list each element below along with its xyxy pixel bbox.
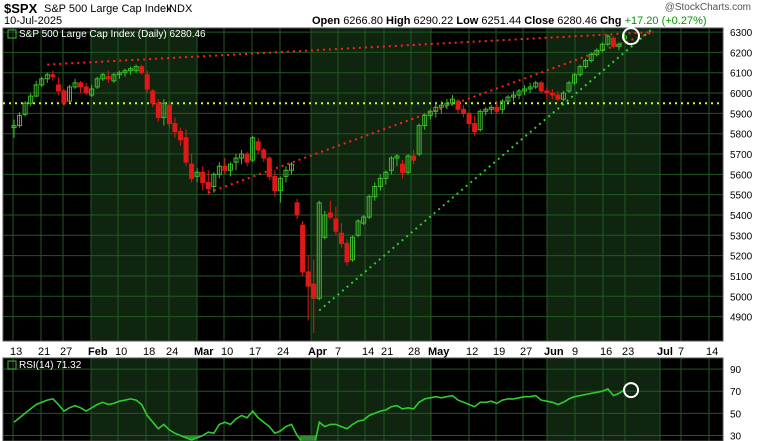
date-tick-label: 10 (115, 346, 127, 358)
candle-body[interactable] (139, 66, 145, 74)
date-tick-label: 7 (678, 346, 684, 358)
date-tick-label: 27 (520, 346, 532, 358)
month-shade-band (91, 28, 197, 341)
candle-body[interactable] (472, 123, 478, 133)
date-tick-label: 27 (60, 346, 72, 358)
date-tick-label: 19 (493, 346, 505, 358)
date-tick-label: Mar (194, 346, 214, 358)
candle-body[interactable] (200, 171, 206, 183)
candle-body[interactable] (300, 224, 306, 273)
rsi-tick-label: 50 (730, 409, 742, 420)
price-tick-label: 5700 (730, 150, 753, 161)
date-tick-label: 14 (362, 346, 374, 358)
rsi-panel[interactable]: 30 50 70 90 RSI(14) 71.32 (2, 357, 742, 441)
candle-body[interactable] (78, 82, 84, 88)
candle-body[interactable] (610, 37, 616, 47)
candle-body[interactable] (461, 108, 467, 114)
rsi-panel-title: RSI(14) 71.32 (19, 360, 82, 371)
date-tick-label: 13 (10, 346, 22, 358)
candle-body[interactable] (150, 90, 156, 104)
candle-body[interactable] (294, 202, 300, 216)
candle-body[interactable] (50, 74, 56, 78)
date-tick-label: 9 (572, 346, 578, 358)
candle-body[interactable] (266, 157, 272, 177)
date-tick-label: 18 (143, 346, 155, 358)
candle-body[interactable] (333, 218, 339, 232)
price-tick-label: 5500 (730, 191, 753, 202)
candle-body[interactable] (155, 102, 161, 118)
rsi-tick-label: 30 (730, 431, 742, 441)
month-shade-band (311, 28, 431, 341)
candle-body[interactable] (144, 74, 150, 90)
candle-body[interactable] (549, 92, 555, 96)
date-tick-label: Jul (657, 346, 673, 358)
date-tick-label: 24 (277, 346, 289, 358)
candle-body[interactable] (105, 76, 111, 80)
price-tick-label: 5400 (730, 211, 753, 222)
candle-body[interactable] (455, 100, 461, 110)
candle-body[interactable] (411, 155, 417, 161)
date-tick-label: 17 (249, 346, 261, 358)
candle-body[interactable] (166, 104, 172, 125)
price-tick-label: 5900 (730, 109, 753, 120)
price-tick-label: 5100 (730, 272, 753, 283)
date-tick-label: Feb (88, 346, 108, 358)
rsi-tick-label: 90 (730, 365, 742, 376)
date-tick-label: 7 (335, 346, 341, 358)
date-tick-label: 24 (166, 346, 178, 358)
price-tick-label: 5800 (730, 130, 753, 141)
price-tick-label: 5200 (730, 252, 753, 263)
date-tick-label: 21 (381, 346, 393, 358)
price-tick-label: 5000 (730, 292, 753, 303)
rsi-month-shade-band (91, 358, 197, 441)
candle-body[interactable] (183, 137, 189, 163)
date-tick-label: 14 (706, 346, 718, 358)
candle-body[interactable] (244, 153, 250, 163)
date-tick-label: 28 (408, 346, 420, 358)
candle-body[interactable] (338, 232, 344, 244)
candle-body[interactable] (400, 163, 405, 173)
price-tick-label: 6100 (730, 69, 753, 80)
price-tick-label: 6000 (730, 89, 753, 100)
date-axis: 13 21 27 Feb 10 18 24 Mar 10 17 24 Apr 7 14 21 28 May 12 1… (10, 346, 718, 358)
date-tick-label: Jun (544, 346, 564, 358)
candle-body[interactable] (261, 149, 267, 159)
date-tick-label: 10 (221, 346, 233, 358)
candle-body[interactable] (494, 106, 500, 112)
price-tick-label: 5300 (730, 231, 753, 242)
candle-body[interactable] (61, 90, 67, 104)
candle-body[interactable] (311, 283, 317, 299)
date-tick-label: Apr (308, 346, 328, 358)
price-tick-label: 4900 (730, 313, 753, 324)
price-rsi-chart[interactable]: S&P 500 Large Cap Index (Daily) 6280.46 4… (0, 0, 757, 441)
candle-body[interactable] (344, 242, 350, 263)
candle-body[interactable] (272, 175, 278, 192)
candle-body[interactable] (544, 90, 550, 94)
candle-body[interactable] (189, 163, 195, 179)
rsi-month-shade-band (311, 358, 431, 441)
price-panel-title: S&P 500 Large Cap Index (Daily) 6280.46 (19, 29, 206, 40)
date-tick-label: 21 (38, 346, 50, 358)
price-tick-label: 6300 (730, 28, 753, 39)
candle-body[interactable] (466, 112, 472, 125)
price-panel[interactable]: S&P 500 Large Cap Index (Daily) 6280.46 4… (2, 27, 753, 342)
date-tick-label: 16 (600, 346, 612, 358)
date-tick-label: 23 (622, 346, 634, 358)
price-tick-label: 6200 (730, 48, 753, 59)
date-tick-label: May (428, 346, 450, 358)
candle-body[interactable] (327, 212, 333, 218)
candle-body[interactable] (305, 271, 311, 287)
candle-body[interactable] (172, 123, 178, 133)
candle-body[interactable] (555, 94, 561, 100)
price-tick-label: 5600 (730, 170, 753, 181)
rsi-tick-label: 70 (730, 387, 742, 398)
candle-body[interactable] (538, 82, 544, 92)
candle-body[interactable] (55, 84, 61, 92)
candle-body[interactable] (83, 86, 89, 94)
candle-body[interactable] (205, 181, 211, 190)
candle-body[interactable] (222, 165, 228, 171)
candle-body[interactable] (255, 141, 261, 151)
date-tick-label: 12 (466, 346, 478, 358)
candle-body[interactable] (178, 131, 183, 141)
